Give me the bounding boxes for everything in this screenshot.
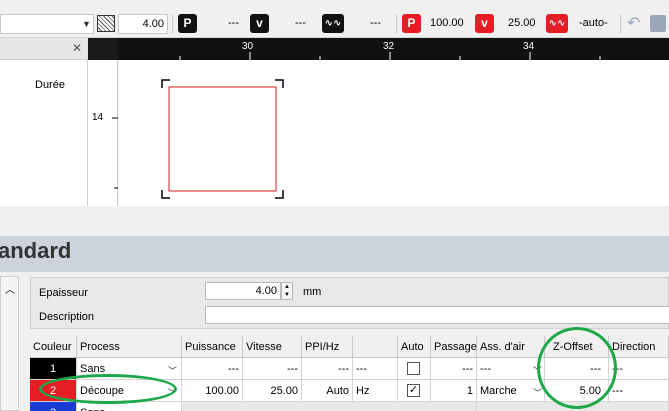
design-canvas[interactable] [119, 60, 669, 206]
ppi-cell[interactable]: --- [302, 358, 353, 380]
description-input[interactable] [205, 306, 669, 324]
direction-cell[interactable]: --- [609, 380, 669, 402]
col-header-process: Process [77, 336, 182, 358]
power-value: --- [228, 17, 239, 29]
canvas-shapes [161, 79, 284, 199]
col-header-passage: Passage [431, 336, 477, 358]
annotation-ellipse-process [39, 374, 177, 404]
col-header-auto: Auto [398, 336, 431, 358]
epaisseur-unit: mm [303, 286, 322, 298]
color-swatch[interactable]: 3 [30, 402, 77, 411]
col-header-air: Ass. d'air [477, 336, 545, 358]
spacer [0, 206, 669, 236]
duree-label: Durée [35, 79, 65, 91]
vitesse-cell[interactable]: --- [243, 358, 302, 380]
horizontal-ruler: 30 32 34 [118, 38, 669, 60]
chevron-down-icon[interactable]: ﹀ [168, 364, 177, 377]
passage-cell[interactable]: 1 [431, 380, 477, 402]
col-header-vitesse: Vitesse [243, 336, 302, 358]
direction-cell[interactable]: --- [609, 358, 669, 380]
vitesse-cell[interactable]: 25.00 [243, 380, 302, 402]
unit-cell: --- [353, 358, 398, 380]
top-toolbar: ▼ 4.00 P --- v --- ∿∿ --- P 100.00 v 25.… [0, 0, 669, 38]
col-header-couleur: Couleur [30, 336, 77, 358]
empty-cell [182, 402, 477, 411]
thickness-field[interactable]: 4.00 [118, 14, 168, 34]
ruler-ticks [179, 52, 601, 60]
speed-icon: v [250, 14, 269, 33]
passage-cell[interactable]: --- [431, 358, 477, 380]
epaisseur-spinner[interactable]: ▲ ▼ [281, 282, 293, 300]
puissance-cell[interactable]: --- [182, 358, 243, 380]
col-header-ppi: PPI/Hz [302, 336, 353, 358]
red-power-icon: P [402, 14, 421, 33]
chevron-down-icon[interactable]: ﹀ [533, 386, 542, 399]
frequency-value: --- [370, 17, 381, 29]
scrollbar[interactable]: ︿ [0, 276, 19, 411]
toolbar-separator [620, 14, 621, 34]
red-power-value: 100.00 [430, 17, 464, 29]
save-icon[interactable] [650, 15, 666, 32]
col-header-puissance: Puissance [182, 336, 243, 358]
unit-cell: Hz [353, 380, 398, 402]
description-label: Description [39, 311, 95, 323]
red-frequency-icon: ∿∿ [546, 14, 568, 33]
puissance-cell[interactable]: 100.00 [182, 380, 243, 402]
vertical-ruler: 14 [88, 60, 118, 206]
vruler-ticks [112, 117, 118, 189]
material-form: Epaisseur 4.00 ▲ ▼ mm Description [30, 277, 669, 329]
red-speed-icon: v [475, 14, 494, 33]
toolbar-dropdown[interactable] [0, 14, 94, 34]
title-band [0, 236, 669, 272]
close-icon[interactable]: ✕ [72, 41, 82, 55]
red-frequency-value: -auto- [579, 17, 608, 29]
toolbar-separator [396, 14, 397, 34]
annotation-ellipse-zoffset [537, 327, 617, 409]
speed-value: --- [295, 17, 306, 29]
chevron-down-icon[interactable]: ▼ [82, 19, 91, 29]
power-icon: P [178, 14, 197, 33]
page-title: andard [0, 238, 72, 263]
thickness-icon [97, 15, 115, 32]
ppi-cell[interactable]: Auto [302, 380, 353, 402]
frequency-icon: ∿∿ [322, 14, 344, 33]
epaisseur-input[interactable]: 4.00 [205, 282, 281, 300]
toolbar-separator [172, 14, 173, 34]
left-panel-header: ✕ [0, 38, 88, 60]
left-panel: Durée [0, 60, 88, 206]
red-speed-value: 25.00 [508, 17, 536, 29]
col-header-unit [353, 336, 398, 358]
col-header-direction: Direction [609, 336, 669, 358]
auto-checkbox[interactable] [407, 362, 420, 375]
undo-icon[interactable]: ↶ [627, 13, 640, 33]
auto-checkbox-checked[interactable]: ✓ [407, 384, 420, 397]
chevron-up-icon[interactable]: ︿ [5, 281, 15, 296]
epaisseur-label: Epaisseur [39, 287, 88, 299]
